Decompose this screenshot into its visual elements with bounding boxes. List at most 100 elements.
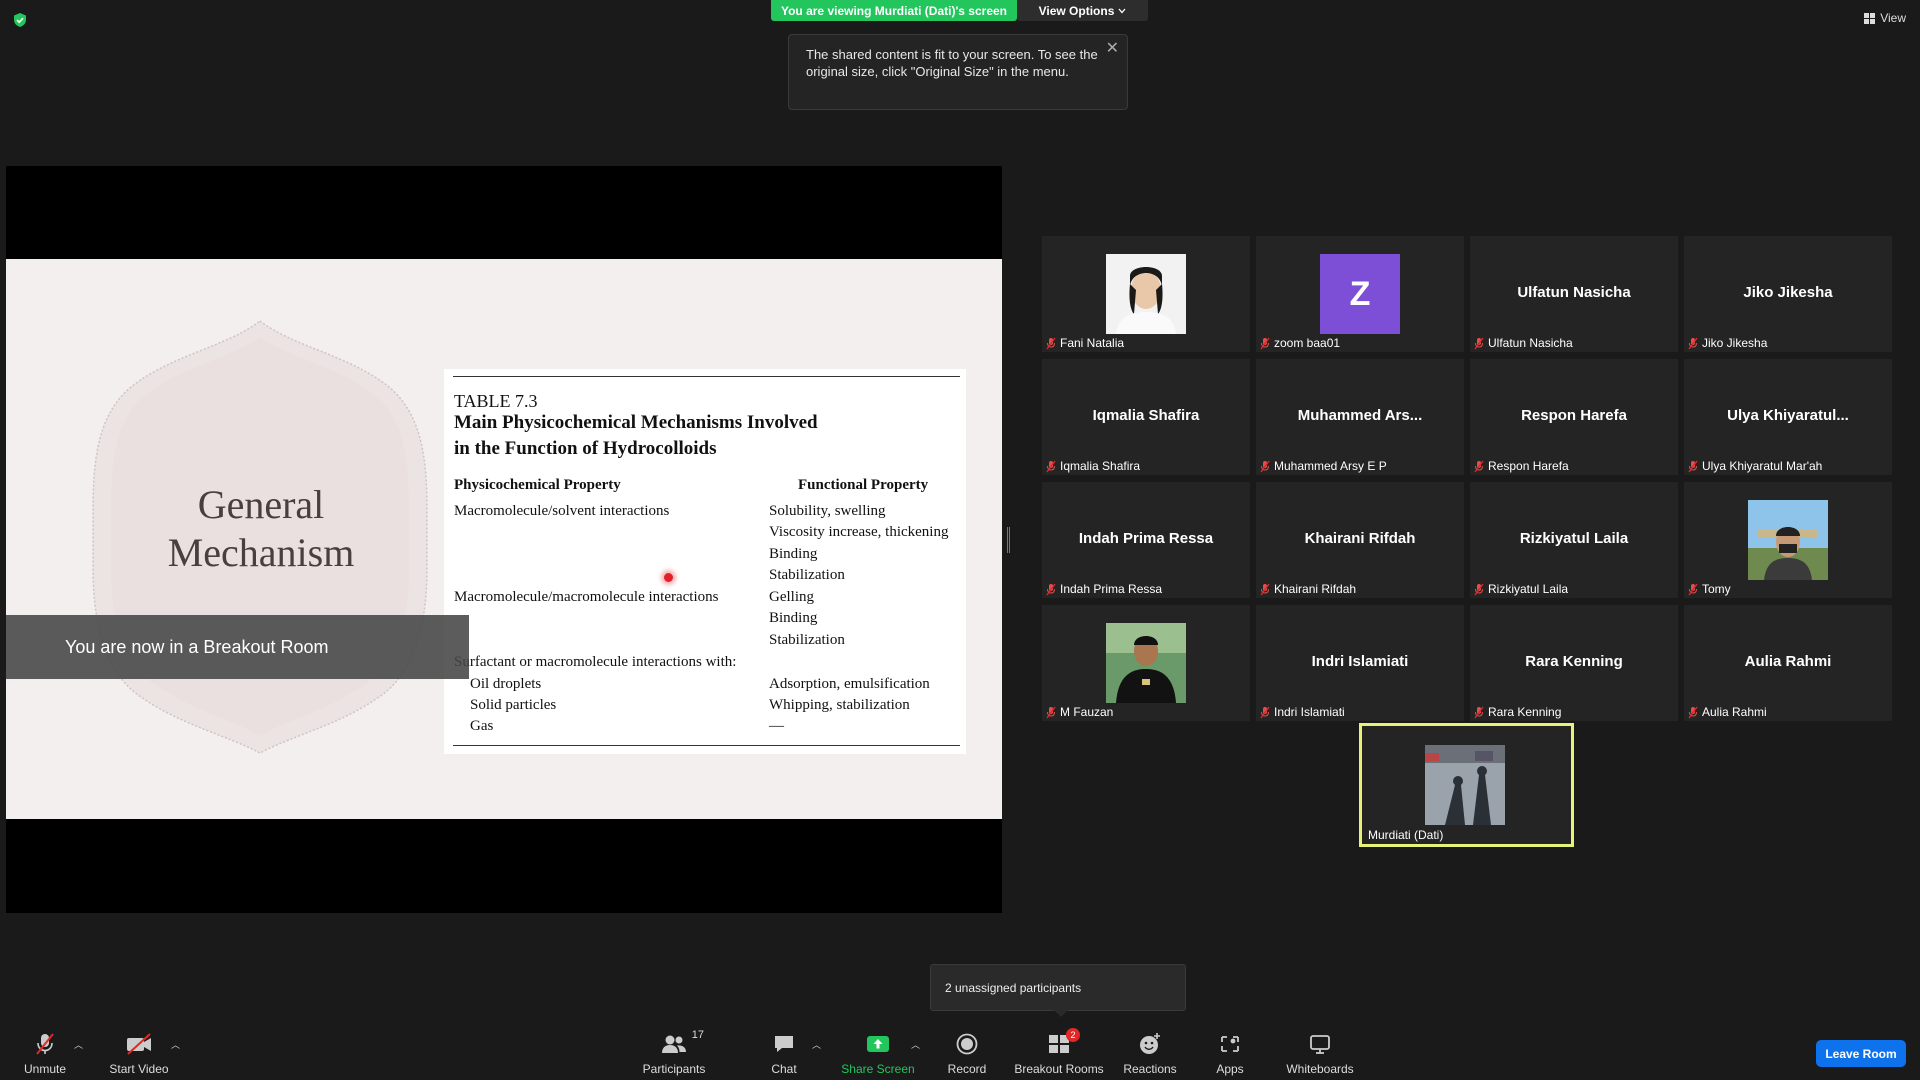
participant-tile[interactable]: Respon Harefa Respon Harefa <box>1470 359 1678 475</box>
apps-icon <box>1221 1036 1239 1052</box>
breakout-rooms-label: Breakout Rooms <box>1014 1062 1104 1076</box>
microphone-muted-icon <box>1688 460 1698 472</box>
participants-button[interactable]: 17 Participants <box>640 1028 708 1080</box>
participant-label: Rara Kenning <box>1474 705 1561 719</box>
chat-button[interactable]: Chat <box>764 1028 804 1080</box>
microphone-muted-icon <box>1474 337 1484 349</box>
column-header-physicochemical: Physicochemical Property <box>454 477 621 493</box>
video-options-caret-icon[interactable]: ︿ <box>171 1038 180 1051</box>
table-cell: Macromolecule/macromolecule interactions <box>454 589 719 605</box>
reactions-button[interactable]: Reactions <box>1120 1028 1180 1080</box>
participant-name: Fani Natalia <box>1060 336 1125 350</box>
microphone-muted-icon <box>1046 583 1056 595</box>
chat-options-caret-icon[interactable]: ︿ <box>812 1038 821 1051</box>
chat-icon <box>775 1036 793 1052</box>
participant-tile[interactable]: M Fauzan <box>1042 605 1250 721</box>
gallery-grid-icon <box>1864 12 1876 24</box>
breakout-rooms-button[interactable]: 2 Breakout Rooms <box>1012 1028 1106 1080</box>
microphone-muted-icon <box>1046 337 1056 349</box>
view-button[interactable]: View <box>1864 11 1906 25</box>
participant-label: Rizkiyatul Laila <box>1474 582 1568 596</box>
participant-display-name: Rara Kenning <box>1525 653 1623 670</box>
unmute-button[interactable]: Unmute <box>20 1028 70 1080</box>
view-options-button[interactable]: View Options <box>1017 0 1148 21</box>
participant-video <box>1106 254 1186 334</box>
reactions-label: Reactions <box>1123 1062 1177 1076</box>
participant-label: Ulfatun Nasicha <box>1474 336 1573 350</box>
leave-room-button[interactable]: Leave Room <box>1816 1040 1906 1067</box>
close-icon[interactable]: ✕ <box>1106 40 1119 57</box>
slide-title: General Mechanism <box>96 481 426 577</box>
participant-display-name: Rizkiyatul Laila <box>1519 530 1629 547</box>
participant-video <box>1748 500 1828 580</box>
participant-tile[interactable]: Iqmalia Shafira Iqmalia Shafira <box>1042 359 1250 475</box>
table-cell: Stabilization <box>769 632 845 648</box>
table-cell: Solid particles <box>470 697 557 713</box>
participant-tile[interactable]: Fani Natalia <box>1042 236 1250 352</box>
hydrocolloid-table: TABLE 7.3 Main Physicochemical Mechanism… <box>444 369 966 754</box>
whiteboard-icon <box>1310 1035 1330 1054</box>
participant-tile[interactable]: Ulfatun Nasicha Ulfatun Nasicha <box>1470 236 1678 352</box>
microphone-muted-icon <box>1474 460 1484 472</box>
participants-icon <box>662 1035 686 1053</box>
table-cell: — <box>769 718 784 734</box>
participant-tile[interactable]: Ulya Khiyaratul... Ulya Khiyaratul Mar'ah <box>1684 359 1892 475</box>
unassigned-participants-popup[interactable]: 2 unassigned participants <box>930 964 1186 1017</box>
table-cell: Macromolecule/solvent interactions <box>454 503 670 519</box>
table-top-rule <box>453 376 960 377</box>
participant-display-name: Respon Harefa <box>1521 407 1627 424</box>
table-cell: Adsorption, emulsification <box>769 676 930 692</box>
shared-screen[interactable]: General Mechanism TABLE 7.3 Main Physico… <box>6 166 1002 913</box>
participant-tile[interactable]: Jiko Jikesha Jiko Jikesha <box>1684 236 1892 352</box>
participant-name: Tomy <box>1702 582 1731 596</box>
record-button[interactable]: Record <box>942 1028 992 1080</box>
audio-options-caret-icon[interactable]: ︿ <box>74 1038 83 1051</box>
start-video-button[interactable]: Start Video <box>104 1028 174 1080</box>
table-cell: Solubility, swelling <box>769 503 886 519</box>
participant-label: Indah Prima Ressa <box>1046 582 1162 596</box>
reactions-smiley-icon <box>1140 1033 1160 1054</box>
participant-label: Khairani Rifdah <box>1260 582 1356 596</box>
presentation-slide: General Mechanism TABLE 7.3 Main Physico… <box>6 259 1002 819</box>
microphone-muted-icon <box>1260 706 1270 718</box>
fit-screen-tooltip: The shared content is fit to your screen… <box>788 34 1128 110</box>
microphone-muted-icon <box>1260 337 1270 349</box>
share-screen-label: Share Screen <box>841 1062 915 1076</box>
share-options-caret-icon[interactable]: ︿ <box>911 1038 920 1051</box>
security-shield-icon[interactable] <box>12 12 28 28</box>
unmute-label: Unmute <box>23 1062 67 1076</box>
share-screen-button[interactable]: Share Screen <box>838 1028 918 1080</box>
participant-video <box>1425 745 1505 825</box>
tooltip-text: The shared content is fit to your screen… <box>806 47 1098 79</box>
microphone-muted-icon <box>1688 706 1698 718</box>
participant-tile[interactable]: Aulia Rahmi Aulia Rahmi <box>1684 605 1892 721</box>
microphone-muted-icon <box>36 1033 54 1055</box>
participant-tile[interactable]: Indri Islamiati Indri Islamiati <box>1256 605 1464 721</box>
active-speaker-tile[interactable]: Murdiati (Dati) <box>1359 723 1574 847</box>
apps-button[interactable]: Apps <box>1210 1028 1250 1080</box>
participant-tile[interactable]: Rara Kenning Rara Kenning <box>1470 605 1678 721</box>
participant-name: Rizkiyatul Laila <box>1488 582 1569 596</box>
participant-tile[interactable]: Khairani Rifdah Khairani Rifdah <box>1256 482 1464 598</box>
panel-resize-handle[interactable] <box>1007 527 1010 553</box>
participant-label: Jiko Jikesha <box>1688 336 1767 350</box>
participant-display-name: Indri Islamiati <box>1311 653 1409 670</box>
participant-display-name: Indah Prima Ressa <box>1078 530 1214 547</box>
view-options-label: View Options <box>1038 3 1115 18</box>
participants-label: Participants <box>642 1062 706 1076</box>
participant-label: zoom baa01 <box>1260 336 1340 350</box>
participant-label: Muhammed Arsy E P <box>1260 459 1387 473</box>
slide-title-line1: General <box>197 482 325 527</box>
participant-tile[interactable]: Indah Prima Ressa Indah Prima Ressa <box>1042 482 1250 598</box>
participant-tile[interactable]: Rizkiyatul Laila Rizkiyatul Laila <box>1470 482 1678 598</box>
table-label: TABLE 7.3 <box>454 391 538 411</box>
video-off-icon <box>127 1033 151 1055</box>
column-header-functional: Functional Property <box>798 477 929 493</box>
whiteboards-button[interactable]: Whiteboards <box>1278 1028 1362 1080</box>
participant-display-name: Ulya Khiyaratul... <box>1727 407 1849 424</box>
participant-tile[interactable]: Zzoom baa01 <box>1256 236 1464 352</box>
participant-display-name: Muhammed Ars... <box>1297 407 1423 424</box>
participant-name: Khairani Rifdah <box>1274 582 1357 596</box>
participant-tile[interactable]: Muhammed Ars... Muhammed Arsy E P <box>1256 359 1464 475</box>
participant-tile[interactable]: Tomy <box>1684 482 1892 598</box>
